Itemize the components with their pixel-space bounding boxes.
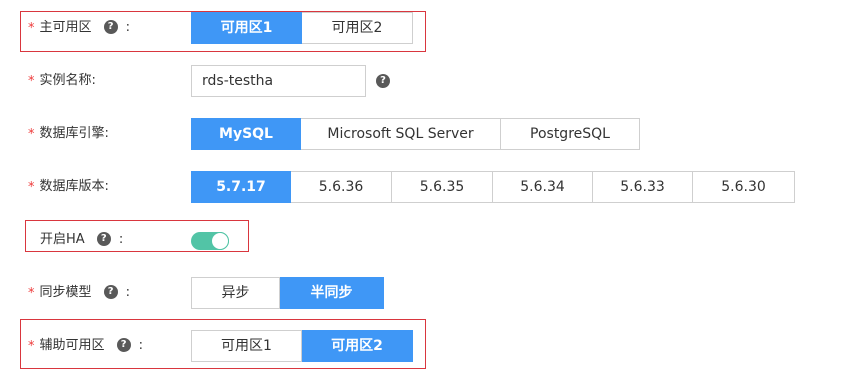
- primary-zone-row: * 主可用区 ?: 可用区1 可用区2: [0, 12, 843, 44]
- question-circle-icon[interactable]: ?: [103, 19, 118, 34]
- db-version-option-5635[interactable]: 5.6.35: [392, 171, 493, 203]
- db-version-option-5717[interactable]: 5.7.17: [191, 171, 291, 203]
- label-colon: :: [138, 338, 144, 353]
- secondary-zone-segmented: 可用区1 可用区2: [191, 330, 413, 362]
- db-engine-label-text: 数据库引擎:: [39, 126, 109, 141]
- db-version-option-5634[interactable]: 5.6.34: [493, 171, 593, 203]
- primary-zone-option-2[interactable]: 可用区2: [302, 12, 413, 44]
- toggle-knob: [211, 232, 229, 250]
- db-engine-segmented: MySQL Microsoft SQL Server PostgreSQL: [191, 118, 640, 150]
- secondary-zone-option-1[interactable]: 可用区1: [191, 330, 302, 362]
- secondary-zone-row: * 辅助可用区 ?: 可用区1 可用区2: [0, 330, 843, 362]
- required-mark: *: [28, 74, 35, 89]
- sync-mode-option-async[interactable]: 异步: [191, 277, 280, 309]
- label-colon: :: [125, 285, 131, 300]
- sync-mode-label: * 同步模型 ?:: [28, 277, 130, 309]
- enable-ha-toggle[interactable]: [191, 232, 229, 250]
- instance-name-input[interactable]: rds-testha: [191, 65, 366, 97]
- primary-zone-label-text: 主可用区: [39, 20, 92, 35]
- required-mark: *: [28, 127, 35, 142]
- question-circle-icon[interactable]: ?: [103, 284, 118, 299]
- db-engine-option-sqlserver[interactable]: Microsoft SQL Server: [301, 118, 501, 150]
- db-version-label-text: 数据库版本:: [39, 179, 109, 194]
- sync-mode-segmented: 异步 半同步: [191, 277, 384, 309]
- instance-name-label: * 实例名称:: [28, 65, 96, 97]
- db-engine-row: * 数据库引擎: MySQL Microsoft SQL Server Postg…: [0, 118, 843, 150]
- secondary-zone-option-2[interactable]: 可用区2: [302, 330, 413, 362]
- db-version-option-5633[interactable]: 5.6.33: [593, 171, 693, 203]
- sync-mode-row: * 同步模型 ?: 异步 半同步: [0, 277, 843, 309]
- enable-ha-row: 开启HA ?:: [0, 224, 843, 256]
- db-version-option-5630[interactable]: 5.6.30: [693, 171, 795, 203]
- secondary-zone-label: * 辅助可用区 ?:: [28, 330, 143, 362]
- primary-zone-option-1[interactable]: 可用区1: [191, 12, 302, 44]
- required-mark: *: [28, 21, 35, 36]
- required-mark: *: [28, 286, 35, 301]
- db-version-segmented: 5.7.17 5.6.36 5.6.35 5.6.34 5.6.33 5.6.3…: [191, 171, 795, 203]
- secondary-zone-label-text: 辅助可用区: [39, 338, 105, 353]
- label-colon: :: [118, 232, 124, 247]
- db-engine-label: * 数据库引擎:: [28, 118, 109, 150]
- required-mark: *: [28, 339, 35, 354]
- question-circle-icon[interactable]: ?: [96, 231, 111, 246]
- enable-ha-label-text: 开启HA: [40, 232, 85, 247]
- primary-zone-segmented: 可用区1 可用区2: [191, 12, 413, 44]
- primary-zone-label: * 主可用区 ?:: [28, 12, 130, 44]
- instance-name-label-text: 实例名称:: [39, 73, 96, 88]
- enable-ha-label: 开启HA ?:: [40, 224, 123, 256]
- db-engine-option-mysql[interactable]: MySQL: [191, 118, 301, 150]
- label-colon: :: [125, 20, 131, 35]
- sync-mode-label-text: 同步模型: [39, 285, 92, 300]
- db-version-option-5636[interactable]: 5.6.36: [291, 171, 392, 203]
- question-circle-icon[interactable]: ?: [376, 74, 390, 88]
- question-circle-icon[interactable]: ?: [116, 337, 131, 352]
- db-engine-option-postgresql[interactable]: PostgreSQL: [501, 118, 640, 150]
- db-version-row: * 数据库版本: 5.7.17 5.6.36 5.6.35 5.6.34 5.6.…: [0, 171, 843, 203]
- db-version-label: * 数据库版本:: [28, 171, 109, 203]
- instance-name-row: * 实例名称: rds-testha ?: [0, 65, 843, 97]
- sync-mode-option-semisync[interactable]: 半同步: [280, 277, 384, 309]
- required-mark: *: [28, 180, 35, 195]
